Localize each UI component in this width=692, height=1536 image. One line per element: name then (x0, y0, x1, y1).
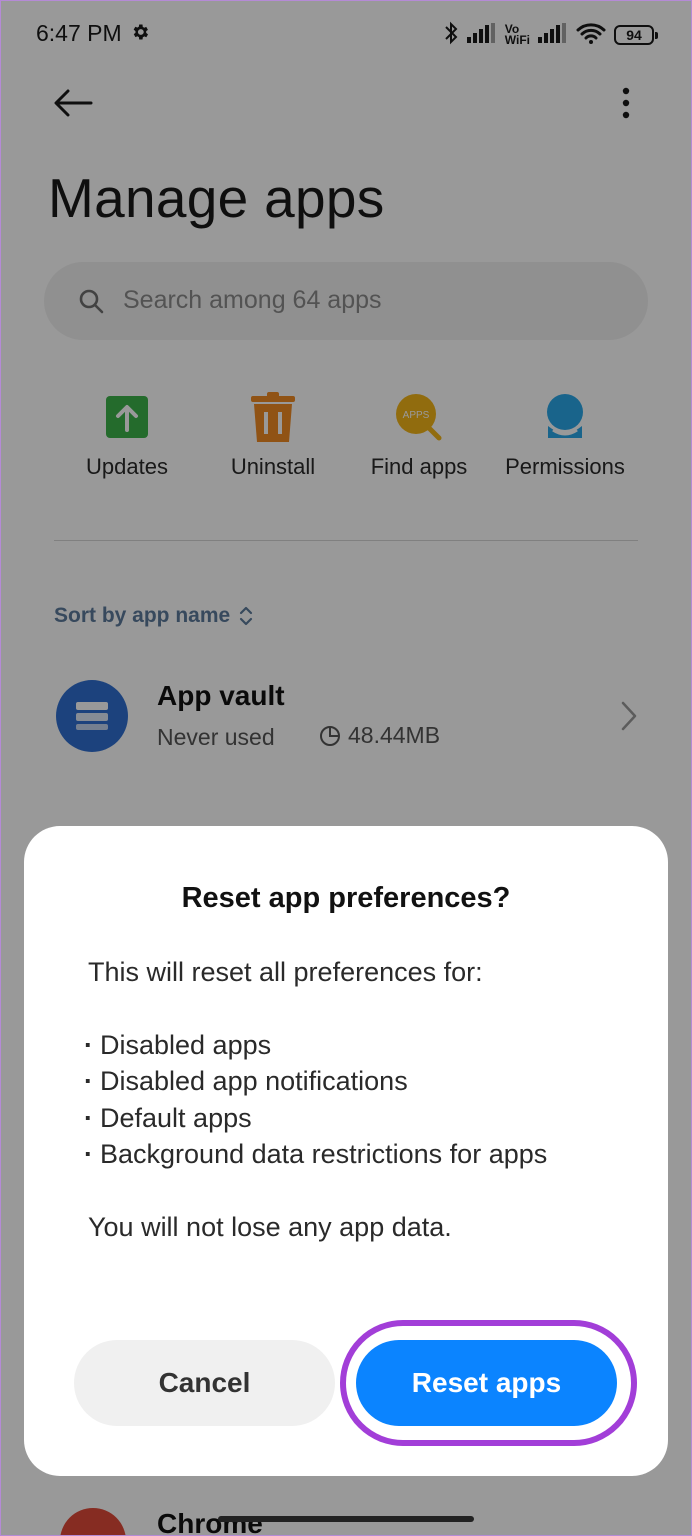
list-item: Background data restrictions for apps (84, 1136, 608, 1173)
list-item: Default apps (84, 1100, 608, 1137)
reset-items-list: Disabled apps Disabled app notifications… (84, 1027, 608, 1173)
reset-apps-button[interactable]: Reset apps (356, 1340, 617, 1426)
manage-apps-screen: 6:47 PM Vo WiFi 94 Manage apps Search am… (0, 0, 692, 1536)
list-item: Disabled apps (84, 1027, 608, 1064)
dialog-body: This will reset all preferences for: Dis… (84, 954, 608, 1245)
cancel-button[interactable]: Cancel (74, 1340, 335, 1426)
reset-preferences-dialog: Reset app preferences? This will reset a… (24, 826, 668, 1476)
dialog-intro: This will reset all preferences for: (88, 957, 483, 987)
dialog-footer: You will not lose any app data. (88, 1211, 452, 1242)
home-indicator[interactable] (218, 1516, 474, 1522)
list-item: Disabled app notifications (84, 1063, 608, 1100)
dialog-title: Reset app preferences? (181, 882, 511, 914)
